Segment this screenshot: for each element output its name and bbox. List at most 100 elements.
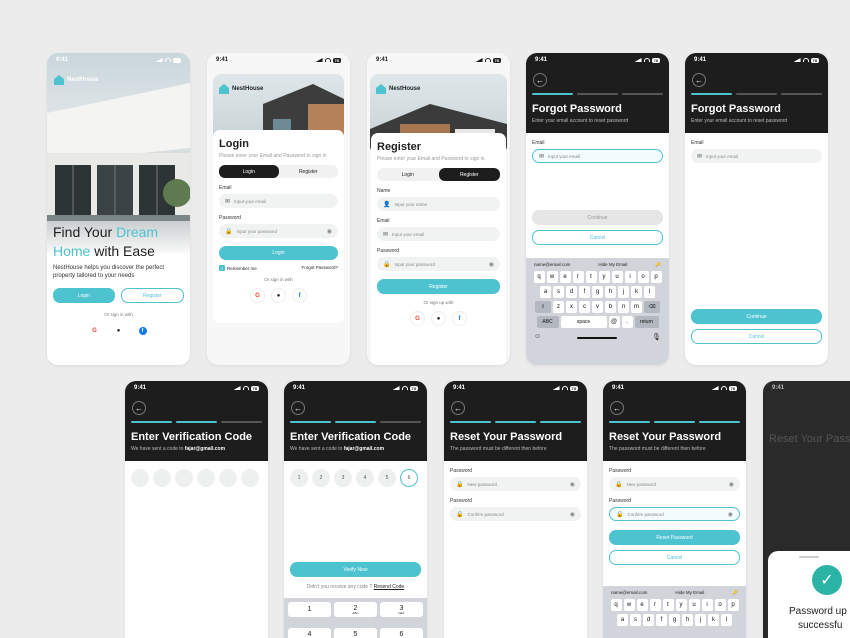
code-digit[interactable]: 5 (378, 469, 396, 487)
verify-now-button[interactable]: Verify Now (290, 562, 421, 577)
key-z[interactable]: z (553, 301, 564, 313)
facebook-icon[interactable]: f (135, 323, 150, 339)
key-m[interactable]: m (631, 301, 642, 313)
back-arrow-icon[interactable]: ← (291, 401, 305, 415)
cancel-button[interactable]: Cancel (691, 329, 822, 344)
code-digit[interactable]: 6 (400, 469, 418, 487)
facebook-icon[interactable]: f (452, 311, 467, 326)
key-b[interactable]: b (605, 301, 616, 313)
key-k[interactable]: k (708, 614, 719, 626)
key-o[interactable]: o (714, 599, 726, 611)
key-l[interactable]: l (644, 286, 655, 298)
key-e[interactable]: e (636, 599, 648, 611)
key-t[interactable]: t (585, 271, 597, 283)
apple-icon[interactable]: ● (271, 288, 286, 303)
key-l[interactable]: l (721, 614, 732, 626)
hide-email-option[interactable]: Hide My Email (675, 590, 704, 596)
numpad-key-3[interactable]: 3 DEF (380, 602, 423, 617)
forgot-password-link[interactable]: Forgot Password? (301, 265, 338, 271)
space-key[interactable]: space (560, 316, 607, 328)
hide-email-option[interactable]: Hide My Email (598, 262, 627, 268)
key-q[interactable]: q (533, 271, 545, 283)
email-field[interactable]: ✉ Input your email (691, 149, 822, 163)
key-n[interactable]: n (618, 301, 629, 313)
key-f[interactable]: f (579, 286, 590, 298)
code-digit[interactable] (197, 469, 215, 487)
tab-login[interactable]: Login (219, 165, 279, 178)
key-y[interactable]: y (675, 599, 687, 611)
apple-icon[interactable]: ● (431, 311, 446, 326)
key-y[interactable]: y (598, 271, 610, 283)
google-icon[interactable]: G (87, 323, 102, 339)
key-i[interactable]: i (624, 271, 636, 283)
reset-password-button[interactable]: Reset Password (609, 530, 740, 545)
code-digit[interactable]: 2 (312, 469, 330, 487)
numpad-key-4[interactable]: 4GHI (288, 628, 331, 638)
numpad-key-1[interactable]: 1 (288, 602, 331, 617)
dot-key[interactable]: . (621, 316, 633, 328)
code-digit[interactable] (131, 469, 149, 487)
key-p[interactable]: p (650, 271, 662, 283)
key-t[interactable]: t (662, 599, 674, 611)
register-button[interactable]: Register (120, 288, 184, 304)
delete-key[interactable]: ⌫ (644, 301, 660, 313)
code-digit[interactable]: 4 (356, 469, 374, 487)
key-w[interactable]: w (546, 271, 558, 283)
key-h[interactable]: h (682, 614, 693, 626)
key-g[interactable]: g (669, 614, 680, 626)
key-c[interactable]: c (579, 301, 590, 313)
key-i[interactable]: i (701, 599, 713, 611)
key-j[interactable]: j (618, 286, 629, 298)
emoji-icon[interactable]: ☺ (534, 333, 541, 341)
code-digit[interactable]: 1 (290, 469, 308, 487)
cancel-button[interactable]: Cancel (532, 230, 663, 245)
new-password-field[interactable]: 🔒 New password ◉ (609, 477, 740, 491)
remember-me[interactable]: ✓ Remember me (219, 265, 257, 271)
numpad-key-2[interactable]: 2 ABC (334, 602, 377, 617)
return-key[interactable]: return (634, 316, 659, 328)
password-field[interactable]: 🔒 Input your password ◉ (219, 224, 338, 238)
at-key[interactable]: @ (608, 316, 620, 328)
email-field[interactable]: ✉ Input your email (532, 149, 663, 163)
numpad-key-6[interactable]: 6MNO (380, 628, 423, 638)
key-r[interactable]: r (572, 271, 584, 283)
key-o[interactable]: o (637, 271, 649, 283)
apple-icon[interactable]: ● (111, 323, 126, 339)
key-s[interactable]: s (630, 614, 641, 626)
key-s[interactable]: s (553, 286, 564, 298)
key-k[interactable]: k (631, 286, 642, 298)
password-field[interactable]: 🔒 Input your password ◉ (377, 257, 500, 271)
register-submit-button[interactable]: Register (377, 279, 500, 294)
eye-off-icon[interactable]: ◉ (570, 511, 575, 518)
name-field[interactable]: 👤 Input your name (377, 197, 500, 211)
code-digit[interactable] (175, 469, 193, 487)
key-w[interactable]: w (623, 599, 635, 611)
continue-button[interactable]: Continue (691, 309, 822, 324)
key-h[interactable]: h (605, 286, 616, 298)
facebook-icon[interactable]: f (292, 288, 307, 303)
new-password-field[interactable]: 🔒 New password ◉ (450, 477, 581, 491)
eye-off-icon[interactable]: ◉ (489, 261, 494, 268)
eye-off-icon[interactable]: ◉ (728, 511, 733, 518)
key-q[interactable]: q (610, 599, 622, 611)
key-x[interactable]: x (566, 301, 577, 313)
key-u[interactable]: u (688, 599, 700, 611)
eye-off-icon[interactable]: ◉ (570, 481, 575, 488)
tab-login[interactable]: Login (377, 168, 439, 181)
email-suggestion[interactable]: name@email.com (534, 262, 570, 268)
key-a[interactable]: a (617, 614, 628, 626)
confirm-password-field[interactable]: 🔒 Confirm password ◉ (609, 507, 740, 521)
back-arrow-icon[interactable]: ← (533, 73, 547, 87)
back-arrow-icon[interactable]: ← (610, 401, 624, 415)
key-j[interactable]: j (695, 614, 706, 626)
key-p[interactable]: p (727, 599, 739, 611)
back-arrow-icon[interactable]: ← (451, 401, 465, 415)
google-icon[interactable]: G (250, 288, 265, 303)
tab-register[interactable]: Register (279, 165, 339, 178)
continue-button[interactable]: Continue (532, 210, 663, 225)
abc-key[interactable]: ABC (536, 316, 559, 328)
cancel-button[interactable]: Cancel (609, 550, 740, 565)
confirm-password-field[interactable]: 🔒 Confirm password ◉ (450, 507, 581, 521)
code-digit[interactable] (241, 469, 259, 487)
key-d[interactable]: d (643, 614, 654, 626)
